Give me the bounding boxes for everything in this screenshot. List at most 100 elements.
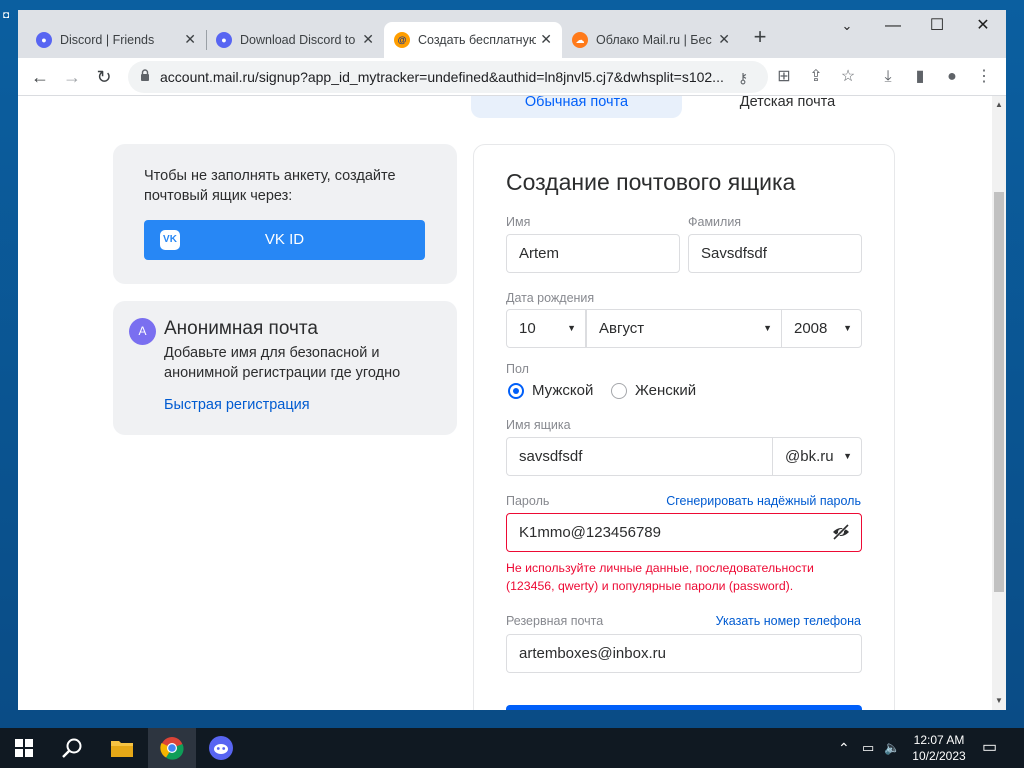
discord-icon: ● bbox=[36, 32, 52, 48]
dob-month-select[interactable]: Август ▼ bbox=[586, 309, 782, 348]
menu-dots-icon[interactable]: ⋮ bbox=[970, 63, 998, 91]
dob-day-select[interactable]: 10 ▼ bbox=[506, 309, 586, 348]
share-icon[interactable]: ⇪ bbox=[802, 63, 830, 91]
close-icon[interactable]: ✕ bbox=[184, 31, 196, 48]
password-field[interactable]: K1mmo@123456789 bbox=[506, 513, 862, 552]
page-scrollbar[interactable]: ▲ ▼ bbox=[992, 96, 1006, 710]
tab-discord-friends[interactable]: ● Discord | Friends ✕ bbox=[26, 22, 206, 58]
gender-male-radio[interactable] bbox=[508, 383, 524, 399]
profile-avatar-icon[interactable]: ● bbox=[938, 63, 966, 91]
tab-regular-mail[interactable]: Обычная почта bbox=[471, 96, 682, 118]
anonymous-mail-card: A Анонимная почта Добавьте имя для безоп… bbox=[113, 301, 457, 435]
address-bar[interactable]: account.mail.ru/signup?app_id_mytracker=… bbox=[128, 61, 768, 93]
tab-mailru-signup[interactable]: @ Создать бесплатную ✕ bbox=[384, 22, 562, 58]
forward-arrow-icon[interactable]: → bbox=[58, 63, 86, 91]
page-viewport: Обычная почта Детская почта Чтобы не зап… bbox=[18, 96, 1006, 710]
reload-icon[interactable]: ↻ bbox=[90, 63, 118, 91]
mailru-icon: @ bbox=[394, 32, 410, 48]
add-phone-link[interactable]: Указать номер телефона bbox=[716, 614, 861, 628]
password-label: Пароль bbox=[506, 494, 550, 508]
volume-muted-icon[interactable]: 🔈 bbox=[884, 728, 906, 768]
generate-password-link[interactable]: Сгенерировать надёжный пароль bbox=[666, 494, 861, 508]
key-icon[interactable]: ⚷ bbox=[732, 67, 754, 89]
tab-download-discord[interactable]: ● Download Discord to ✕ bbox=[206, 22, 384, 58]
chrome-icon bbox=[160, 737, 184, 760]
backup-email-label: Резервная почта bbox=[506, 614, 604, 628]
back-arrow-icon[interactable]: ← bbox=[26, 63, 54, 91]
domain-select[interactable]: @bk.ru ▼ bbox=[772, 437, 862, 476]
desktop-icon-fragment: ◘ bbox=[3, 10, 10, 21]
gender-female-label[interactable]: Женский bbox=[635, 382, 696, 399]
password-value: K1mmo@123456789 bbox=[519, 524, 661, 541]
backup-email-field[interactable]: artemboxes@inbox.ru bbox=[506, 634, 862, 673]
quick-registration-link[interactable]: Быстрая регистрация bbox=[164, 397, 310, 413]
search-button[interactable] bbox=[48, 728, 96, 768]
network-icon[interactable]: ▭ bbox=[862, 728, 882, 768]
anon-title: Анонимная почта bbox=[164, 318, 318, 339]
gender-label: Пол bbox=[506, 362, 529, 376]
mail-type-tabs: Обычная почта Детская почта bbox=[471, 96, 893, 118]
tab-strip: ● Discord | Friends ✕ ● Download Discord… bbox=[18, 10, 1006, 58]
dob-year-select[interactable]: 2008 ▼ bbox=[781, 309, 862, 348]
gender-female-radio[interactable] bbox=[611, 383, 627, 399]
maximize-button[interactable]: ☐ bbox=[914, 14, 960, 42]
window-close-button[interactable]: ✕ bbox=[960, 14, 1006, 42]
start-button[interactable] bbox=[0, 728, 48, 768]
discord-icon: ● bbox=[216, 32, 232, 48]
url-text[interactable]: account.mail.ru/signup?app_id_mytracker=… bbox=[160, 69, 730, 85]
scroll-down-icon[interactable]: ▼ bbox=[992, 694, 1006, 708]
discord-taskbar-button[interactable] bbox=[197, 728, 245, 768]
tab-title: Облако Mail.ru | Бес bbox=[596, 33, 712, 47]
tray-chevron-up-icon[interactable]: ⌃ bbox=[838, 728, 858, 768]
close-icon[interactable]: ✕ bbox=[540, 31, 552, 48]
windows-logo-icon bbox=[15, 739, 33, 757]
tab-kids-mail[interactable]: Детская почта bbox=[682, 96, 893, 118]
last-name-label: Фамилия bbox=[688, 215, 742, 229]
close-icon[interactable]: ✕ bbox=[362, 31, 374, 48]
browser-toolbar: ← → ↻ account.mail.ru/signup?app_id_mytr… bbox=[18, 58, 1006, 96]
tab-cloud-mailru[interactable]: ☁ Облако Mail.ru | Бес ✕ bbox=[562, 22, 740, 58]
scroll-up-icon[interactable]: ▲ bbox=[992, 98, 1006, 112]
tab-search-icon[interactable]: ⌄ bbox=[824, 14, 870, 42]
vk-id-label: VK ID bbox=[264, 231, 305, 248]
mailbox-name-field[interactable]: savsdfsdf bbox=[506, 437, 773, 476]
chrome-button[interactable] bbox=[148, 728, 196, 768]
create-button[interactable] bbox=[506, 705, 862, 710]
new-tab-button[interactable]: + bbox=[746, 24, 774, 52]
gender-male-label[interactable]: Мужской bbox=[532, 382, 593, 399]
eye-off-icon[interactable] bbox=[832, 524, 850, 540]
taskbar: ⌃ ▭ 🔈 12:07 AM 10/2/2023 ▭ bbox=[0, 728, 1024, 768]
domain-value: @bk.ru bbox=[785, 448, 834, 465]
vk-id-button[interactable]: VK VK ID bbox=[144, 220, 425, 260]
dob-label: Дата рождения bbox=[506, 291, 595, 305]
chevron-down-icon: ▼ bbox=[567, 323, 576, 333]
signup-form: Создание почтового ящика Имя Фамилия Art… bbox=[473, 144, 895, 710]
scrollbar-thumb[interactable] bbox=[994, 192, 1004, 592]
tab-title: Создать бесплатную bbox=[418, 33, 536, 47]
clock[interactable]: 12:07 AM 10/2/2023 bbox=[908, 728, 970, 768]
clock-date: 10/2/2023 bbox=[912, 749, 966, 763]
side-panel-icon[interactable]: ▮ bbox=[906, 63, 934, 91]
last-name-field[interactable]: Savsdfsdf bbox=[688, 234, 862, 273]
folder-icon bbox=[111, 741, 133, 757]
vk-signup-card: Чтобы не заполнять анкету, создайте почт… bbox=[113, 144, 457, 284]
chevron-down-icon: ▼ bbox=[763, 323, 772, 333]
first-name-label: Имя bbox=[506, 215, 531, 229]
bookmark-star-icon[interactable]: ☆ bbox=[834, 63, 862, 91]
notifications-icon[interactable]: ▭ bbox=[982, 728, 1002, 768]
file-explorer-button[interactable] bbox=[98, 728, 146, 768]
download-icon[interactable]: ⤓ bbox=[874, 63, 902, 91]
browser-window: ● Discord | Friends ✕ ● Download Discord… bbox=[18, 10, 1006, 710]
anon-description: Добавьте имя для безопасной и анонимной … bbox=[164, 345, 401, 381]
form-title: Создание почтового ящика bbox=[506, 169, 796, 195]
dob-month-value: Август bbox=[599, 320, 645, 337]
chevron-down-icon: ▼ bbox=[843, 451, 852, 461]
first-name-field[interactable]: Artem bbox=[506, 234, 680, 273]
mailbox-label: Имя ящика bbox=[506, 418, 571, 432]
cloud-mailru-icon: ☁ bbox=[572, 32, 588, 48]
clock-time: 12:07 AM bbox=[913, 733, 965, 747]
discord-icon bbox=[209, 736, 233, 760]
minimize-button[interactable]: — bbox=[870, 14, 916, 42]
close-icon[interactable]: ✕ bbox=[718, 31, 730, 48]
translate-icon[interactable]: ⊞ bbox=[770, 63, 798, 91]
